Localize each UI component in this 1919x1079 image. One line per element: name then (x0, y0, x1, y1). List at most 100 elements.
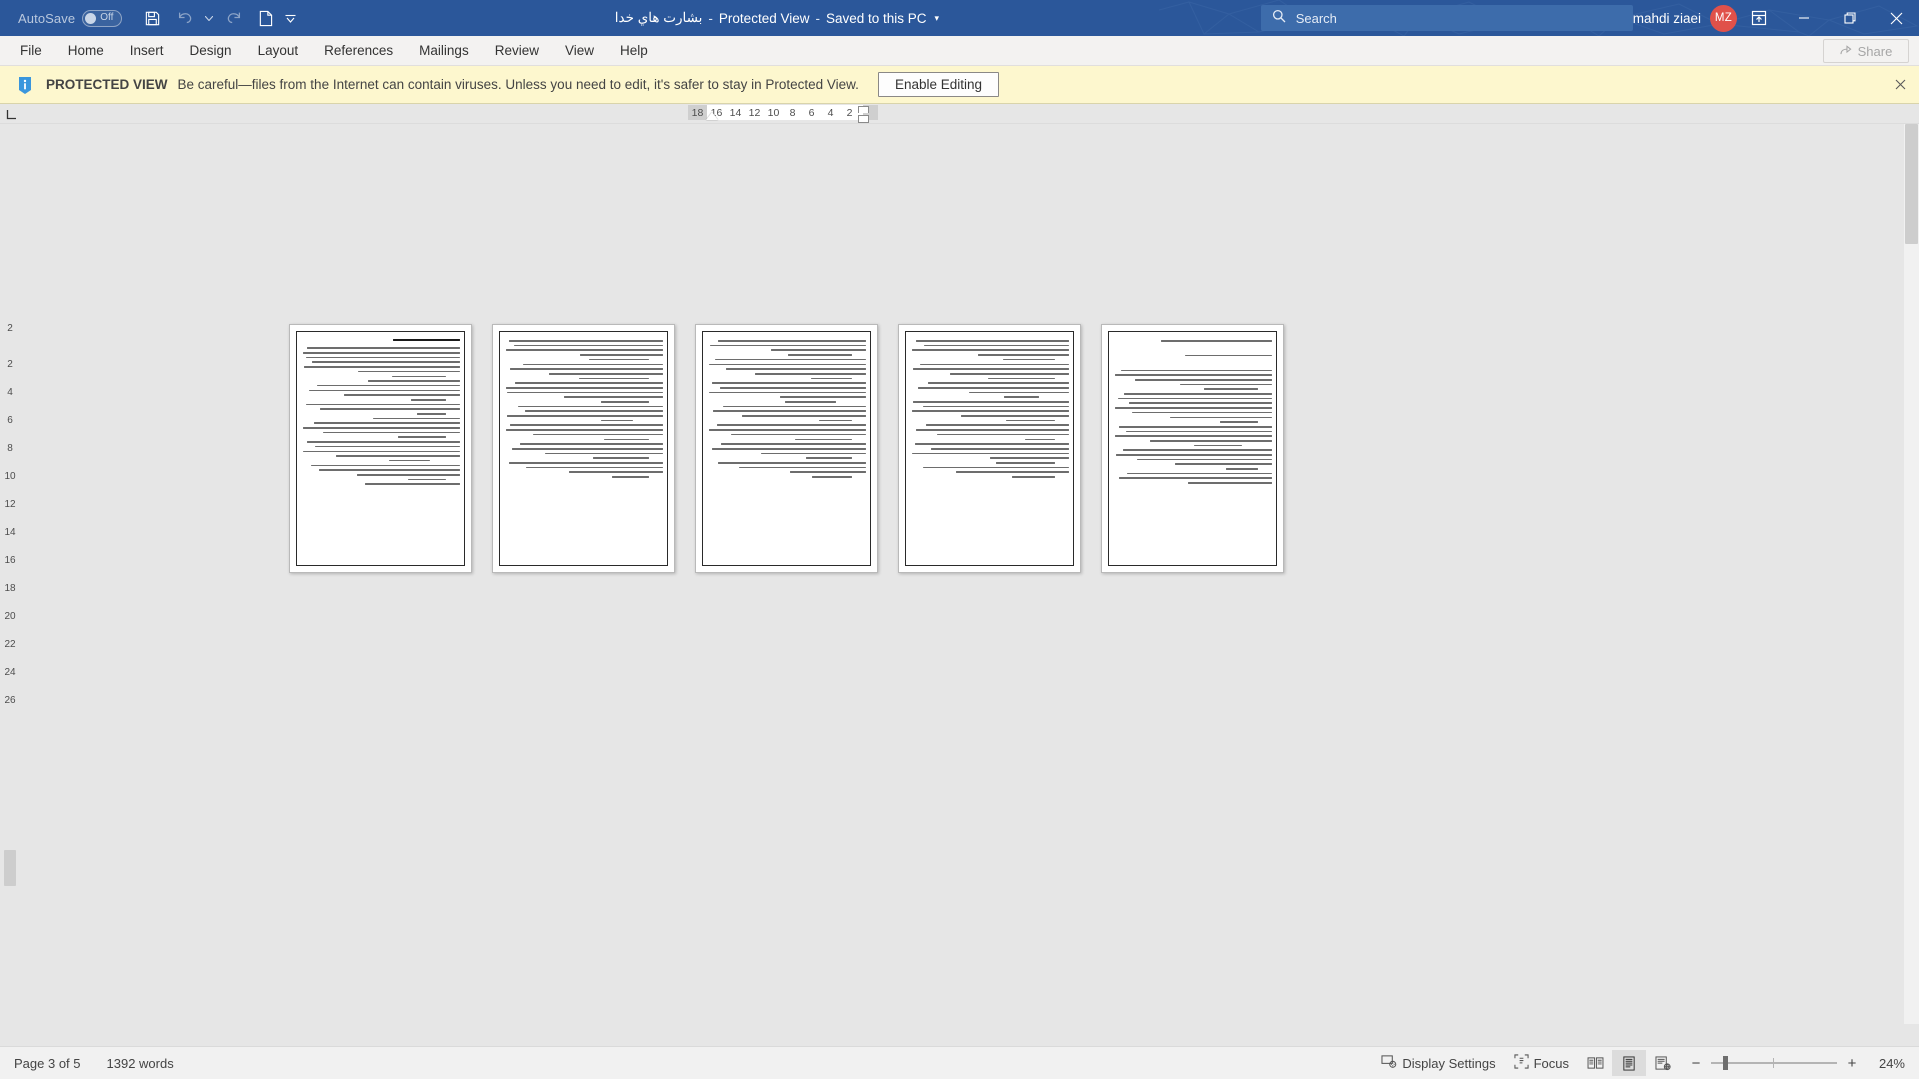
ruler-margin-left: 18 (688, 105, 707, 120)
minimize-icon[interactable] (1781, 0, 1827, 36)
tab-mailings[interactable]: Mailings (406, 36, 482, 65)
horizontal-ruler[interactable]: 18 16 14 12 10 8 6 4 2 (0, 104, 1919, 124)
ruler-number-14: 14 (729, 106, 742, 119)
autosave-toggle[interactable]: AutoSave Off (18, 9, 123, 27)
tab-help[interactable]: Help (607, 36, 661, 65)
ruler-number-12: 12 (748, 106, 761, 119)
first-line-indent-marker[interactable] (706, 112, 718, 120)
info-icon (14, 74, 36, 96)
tab-insert[interactable]: Insert (117, 36, 177, 65)
vruler-number-3: 6 (7, 415, 13, 426)
print-layout-icon[interactable] (1612, 1050, 1646, 1076)
zoom-percent-label[interactable]: 24% (1867, 1056, 1905, 1071)
page-indicator[interactable]: Page 3 of 5 (14, 1056, 81, 1071)
tab-layout[interactable]: Layout (245, 36, 312, 65)
vruler-number-7: 14 (4, 527, 16, 538)
share-label: Share (1857, 43, 1893, 59)
zoom-in-button[interactable]: + (1846, 1055, 1858, 1072)
hanging-indent-marker[interactable] (858, 106, 869, 113)
vertical-ruler[interactable]: 2 2 4 6 8 10 12 14 16 18 20 22 24 26 (0, 324, 20, 884)
focus-icon (1514, 1054, 1529, 1072)
autosave-label: AutoSave (18, 10, 76, 26)
focus-button[interactable]: Focus (1505, 1050, 1578, 1076)
ribbon-tabs: File Home Insert Design Layout Reference… (0, 36, 661, 65)
undo-dropdown-chevron-down-icon[interactable] (202, 4, 216, 32)
ribbon-display-options-icon[interactable] (1737, 0, 1781, 36)
close-icon[interactable] (1892, 77, 1908, 93)
autosave-switch-knob (85, 12, 97, 24)
vertical-scrollbar[interactable] (1904, 124, 1919, 1024)
save-icon[interactable] (138, 4, 167, 32)
vruler-number-5: 10 (4, 471, 16, 482)
zoom-slider-midpoint (1773, 1058, 1774, 1068)
title-separator-2: - (815, 10, 820, 26)
document-page[interactable] (1101, 324, 1284, 573)
ruler-number-18: 18 (691, 106, 704, 119)
vruler-number-6: 12 (4, 499, 16, 510)
vruler-number-11: 22 (4, 639, 16, 650)
zoom-slider-handle[interactable] (1723, 1056, 1728, 1070)
vertical-scrollbar-thumb[interactable] (1905, 124, 1918, 244)
vruler-number-13: 26 (4, 695, 16, 706)
ruler-number-8: 8 (789, 106, 796, 119)
document-page[interactable] (695, 324, 878, 573)
read-mode-icon[interactable] (1578, 1050, 1612, 1076)
protected-view-title: PROTECTED VIEW (46, 77, 168, 92)
search-icon (1272, 9, 1286, 28)
focus-label: Focus (1533, 1055, 1569, 1071)
ruler-number-4: 4 (827, 106, 834, 119)
document-page[interactable] (289, 324, 472, 573)
saved-location-label[interactable]: Saved to this PC (826, 11, 927, 26)
display-settings-button[interactable]: Display Settings (1372, 1050, 1504, 1076)
redo-icon[interactable] (219, 4, 248, 32)
document-name: بشارت هاي خدا (614, 10, 703, 25)
autosave-state-label: Off (100, 12, 114, 23)
document-page[interactable] (492, 324, 675, 573)
undo-icon[interactable] (170, 4, 199, 32)
left-scroll-thumb[interactable] (4, 850, 16, 886)
title-bar: AutoSave Off بشارت هاي خدا - Protected V… (0, 0, 1919, 36)
vruler-number-10: 20 (4, 611, 16, 622)
autosave-switch[interactable]: Off (82, 9, 123, 27)
search-placeholder-text: Search (1295, 10, 1337, 26)
left-indent-marker[interactable] (858, 115, 869, 123)
avatar[interactable]: MZ (1710, 4, 1737, 32)
word-count[interactable]: 1392 words (107, 1056, 174, 1071)
status-bar: Page 3 of 5 1392 words Display Settings … (0, 1046, 1919, 1079)
zoom-out-button[interactable]: − (1690, 1055, 1702, 1072)
vruler-number-9: 18 (4, 583, 16, 594)
customize-quick-access-toolbar-icon[interactable] (283, 4, 297, 32)
share-button[interactable]: Share (1823, 39, 1909, 63)
tab-references[interactable]: References (311, 36, 406, 65)
display-settings-label: Display Settings (1402, 1055, 1496, 1071)
tab-home[interactable]: Home (55, 36, 117, 65)
title-chevron-down-icon[interactable]: ▾ (935, 13, 940, 24)
restore-down-icon[interactable] (1827, 0, 1873, 36)
web-layout-icon[interactable] (1646, 1050, 1680, 1076)
tab-file[interactable]: File (7, 36, 55, 65)
protected-view-banner: PROTECTED VIEW Be careful—files from the… (0, 66, 1919, 104)
ribbon-tab-bar: File Home Insert Design Layout Reference… (0, 36, 1919, 66)
share-icon (1840, 44, 1853, 59)
document-page[interactable] (898, 324, 1081, 573)
document-workspace[interactable]: 2 2 4 6 8 10 12 14 16 18 20 22 24 26 (0, 124, 1919, 1024)
enable-editing-button[interactable]: Enable Editing (877, 72, 1000, 97)
search-input[interactable]: Search (1260, 5, 1633, 31)
page-content (1108, 331, 1277, 566)
tab-view[interactable]: View (552, 36, 607, 65)
vruler-number-4: 8 (7, 443, 13, 454)
protected-view-message: Be careful—files from the Internet can c… (177, 77, 859, 92)
tab-design[interactable]: Design (177, 36, 245, 65)
ruler-page-area: 16 14 12 10 8 6 4 2 (707, 105, 863, 120)
document-title: بشارت هاي خدا - Protected View - Saved t… (297, 10, 1257, 26)
quick-access-toolbar (138, 4, 297, 32)
close-icon[interactable] (1873, 0, 1919, 36)
tab-review[interactable]: Review (482, 36, 552, 65)
page-content (296, 331, 465, 566)
tab-selector-icon[interactable] (3, 106, 20, 122)
vruler-number-2: 4 (7, 387, 13, 398)
zoom-slider[interactable] (1711, 1056, 1837, 1070)
ruler-number-10: 10 (767, 106, 780, 119)
zoom-control[interactable]: − + 24% (1680, 1055, 1905, 1072)
new-document-icon[interactable] (251, 4, 280, 32)
